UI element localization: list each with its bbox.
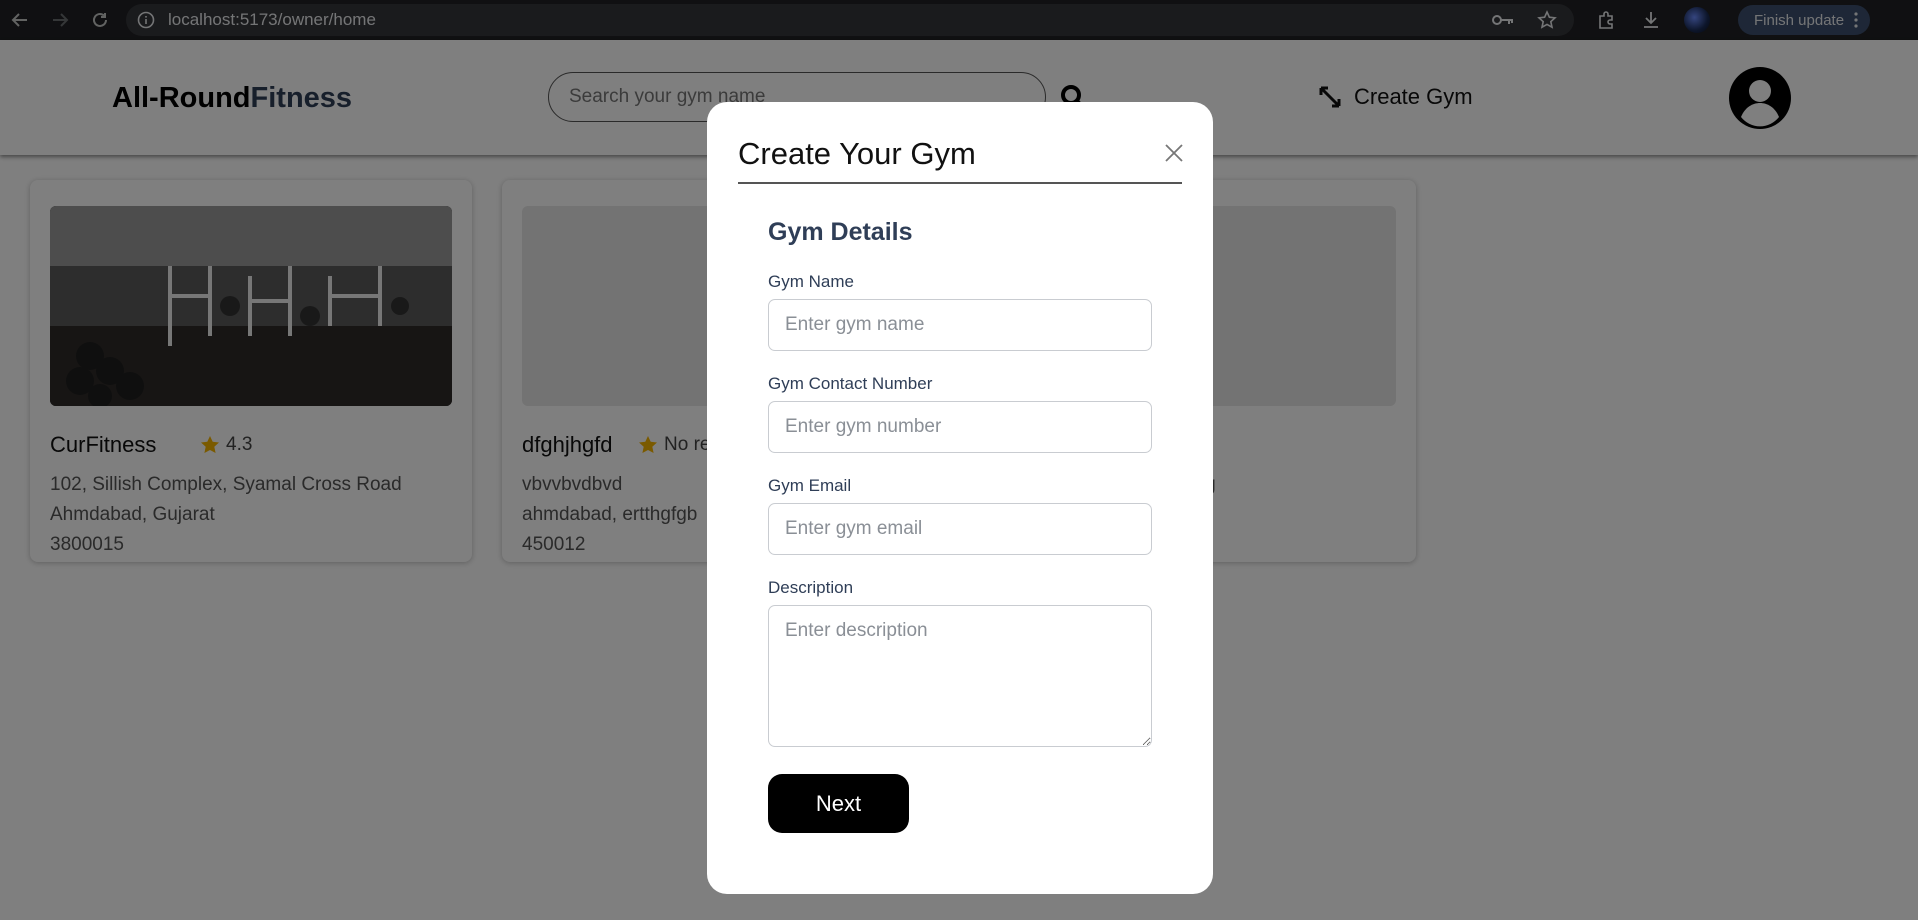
next-button[interactable]: Next [768, 774, 909, 833]
close-icon[interactable] [1163, 142, 1185, 164]
section-title: Gym Details [768, 218, 913, 246]
title-divider [738, 182, 1182, 184]
gym-name-label: Gym Name [768, 272, 854, 291]
description-textarea[interactable] [768, 605, 1152, 747]
gym-email-input[interactable] [768, 503, 1152, 555]
description-label: Description [768, 578, 854, 597]
gym-contact-label: Gym Contact Number [768, 374, 933, 393]
create-gym-modal: Create Your Gym Gym Details Gym Name Gym… [707, 102, 1213, 894]
modal-title: Create Your Gym [738, 136, 976, 171]
gym-name-input[interactable] [768, 299, 1152, 351]
gym-contact-input[interactable] [768, 401, 1152, 453]
gym-email-label: Gym Email [768, 476, 852, 495]
